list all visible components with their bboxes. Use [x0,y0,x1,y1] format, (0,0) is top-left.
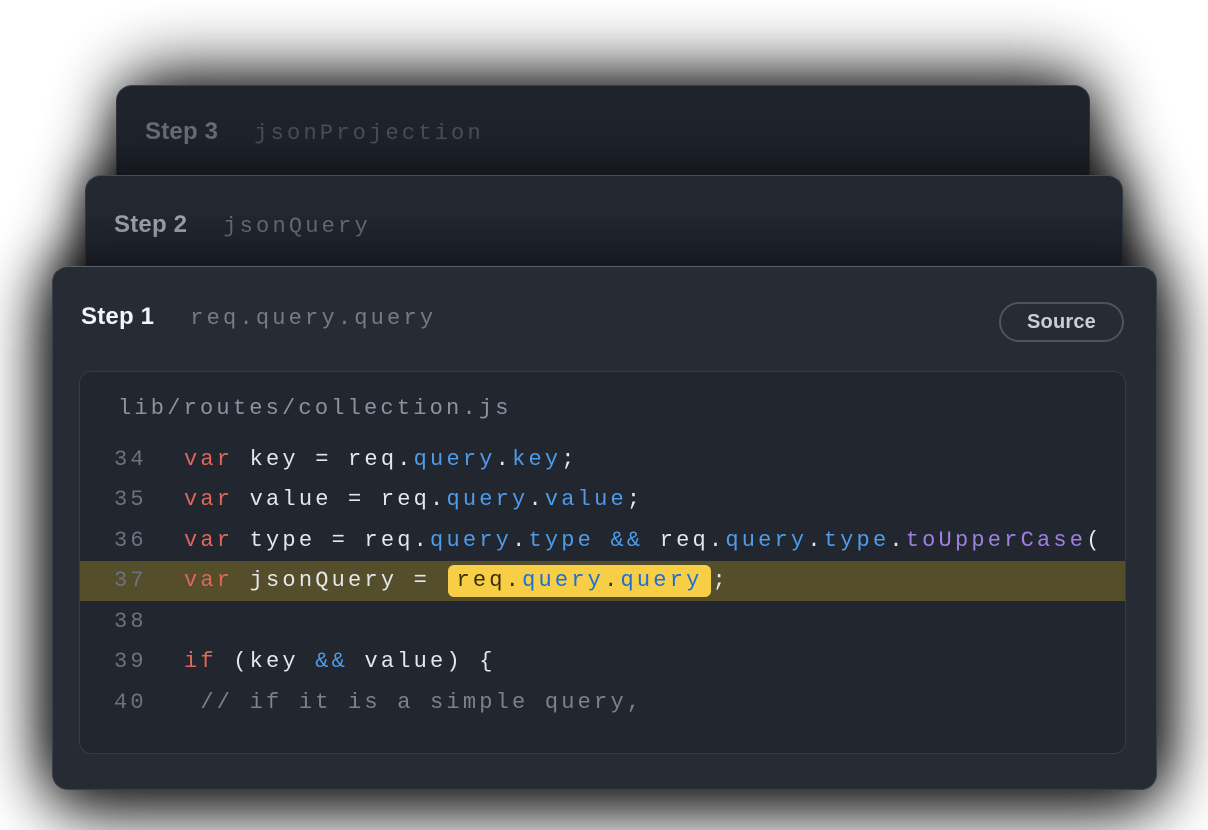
code-token-pl [594,528,610,553]
step-2-subtitle: jsonQuery [223,214,371,239]
code-token-pl: type = req. [233,528,430,553]
code-token-dark: req [456,568,505,593]
code-token-pl: ; [561,447,577,472]
code-token-pl: value) { [348,649,496,674]
step-2-title: Step 2 [114,209,187,241]
code-token-prop: query [725,528,807,553]
code-token-pl: (key [217,649,315,674]
code-token-pl: . [889,528,905,553]
code-token-cm: // if it is a simple query, [184,690,643,715]
code-token-prop: type [528,528,594,553]
code-token-blue: query [621,568,703,593]
code-block: lib/routes/collection.js 34 var key = req… [79,371,1126,754]
line-number: 39 [114,649,150,674]
code-token-prop: value [545,487,627,512]
code-token-pl: . [528,487,544,512]
line-content: var value = req.query.value; [184,487,643,512]
step-3-subtitle: jsonProjection [254,121,484,146]
source-button[interactable]: Source [999,302,1124,342]
code-token-prop: query [446,487,528,512]
step-1-header: Step 1 req.query.query Source [53,267,1156,333]
code-token-prop: query [430,528,512,553]
code-token-kw: if [184,649,217,674]
code-line-40: 40 // if it is a simple query, [80,682,1125,723]
code-token-pl: value = req. [233,487,446,512]
code-token-kw: var [184,528,233,553]
line-number: 36 [114,528,150,553]
line-content: // if it is a simple query, [184,690,643,715]
line-number: 38 [114,609,150,634]
code-token-pl: . [807,528,823,553]
code-token-pl: req. [643,528,725,553]
line-content: if (key && value) { [184,649,496,674]
line-content: var key = req.query.key; [184,447,578,472]
code-line-34: 34 var key = req.query.key; [80,439,1125,480]
code-token-prop: type [824,528,890,553]
code-token-prop: query [414,447,496,472]
code-token-blue: query [522,568,604,593]
code-line-36: 36var type = req.query.type && req.query… [80,520,1125,561]
line-number: 37 [114,568,150,593]
code-token-kw: var [184,447,233,472]
code-token-pl: . [512,528,528,553]
code-token-pl: ; [713,568,729,593]
step-card-1: Step 1 req.query.query Source lib/routes… [52,266,1157,790]
code-token-fn: toUpperCase [906,528,1086,553]
code-token-pl: . [496,447,512,472]
code-token-pl: jsonQuery = [233,568,446,593]
step-3-title: Step 3 [145,116,218,148]
line-content: var jsonQuery = req.query.query; [184,568,729,593]
code-token-prop: key [512,447,561,472]
code-token-prop: && [610,528,643,553]
code-line-38: 38 [80,601,1125,642]
code-token-pl: ( [1086,528,1102,553]
code-token-pl: ; [627,487,643,512]
code-line-39: 39 if (key && value) { [80,642,1125,683]
code-token-dark: . [604,568,620,593]
step-1-title: Step 1 [81,301,154,333]
code-token-kw: var [184,487,233,512]
line-number: 35 [114,487,150,512]
step-1-subtitle: req.query.query [190,306,436,331]
step-2-header: Step 2 jsonQuery [86,176,1122,241]
code-lines: 34var key = req.query.key;35var value = … [80,439,1125,723]
code-token-prop: && [315,649,348,674]
step-3-header: Step 3 jsonProjection [117,86,1089,148]
line-number: 40 [114,690,150,715]
code-line-37: 37var jsonQuery = req.query.query; [80,561,1125,602]
code-token-dark: . [506,568,522,593]
selection-highlight-box[interactable]: req.query.query [448,565,710,597]
line-content: var type = req.query.type && req.query.t… [184,528,1103,553]
code-token-kw: var [184,568,233,593]
code-token-pl: key = req. [233,447,413,472]
line-number: 34 [114,447,150,472]
code-filename: lib/routes/collection.js [118,396,1125,421]
code-line-35: 35 var value = req.query.value; [80,480,1125,521]
